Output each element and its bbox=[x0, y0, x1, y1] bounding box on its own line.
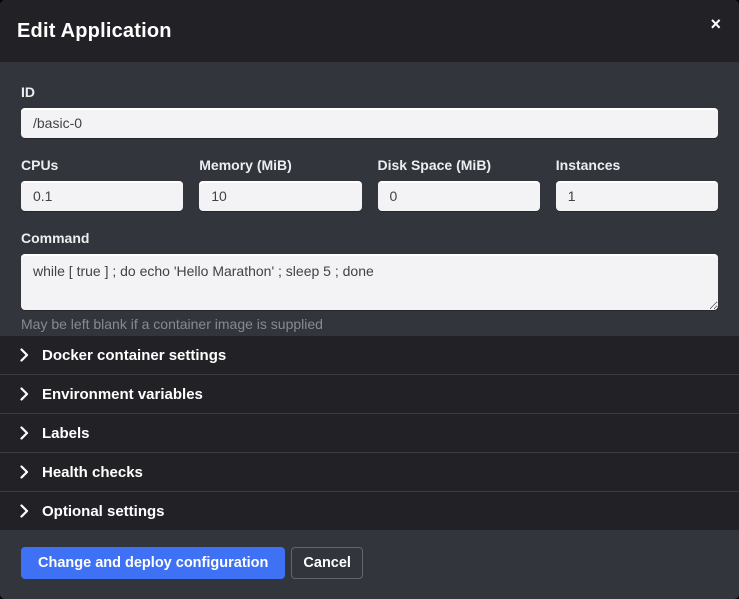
settings-accordion: Docker container settings Environment va… bbox=[0, 336, 739, 530]
change-and-deploy-button[interactable]: Change and deploy configuration bbox=[21, 547, 285, 579]
section-label: Health checks bbox=[42, 464, 143, 481]
chevron-right-icon bbox=[20, 348, 29, 362]
section-label: Labels bbox=[42, 425, 90, 442]
section-optional-settings[interactable]: Optional settings bbox=[0, 492, 739, 530]
section-docker-container-settings[interactable]: Docker container settings bbox=[0, 336, 739, 375]
cancel-button[interactable]: Cancel bbox=[291, 547, 363, 579]
memory-label: Memory (MiB) bbox=[199, 157, 361, 173]
section-label: Optional settings bbox=[42, 503, 165, 520]
application-form: ID CPUs Memory (MiB) Disk Space (MiB) In… bbox=[0, 62, 739, 336]
id-field-group: ID bbox=[21, 84, 718, 138]
section-environment-variables[interactable]: Environment variables bbox=[0, 375, 739, 414]
chevron-right-icon bbox=[20, 465, 29, 479]
chevron-right-icon bbox=[20, 387, 29, 401]
page-title: Edit Application bbox=[17, 20, 172, 43]
modal-footer: Change and deploy configuration Cancel bbox=[0, 530, 739, 599]
cpus-field-group: CPUs bbox=[21, 157, 183, 211]
close-icon[interactable]: × bbox=[706, 13, 725, 35]
modal-header: Edit Application × bbox=[0, 0, 739, 62]
instances-field-group: Instances bbox=[556, 157, 718, 211]
instances-input[interactable] bbox=[556, 181, 718, 211]
instances-label: Instances bbox=[556, 157, 718, 173]
section-labels[interactable]: Labels bbox=[0, 414, 739, 453]
disk-label: Disk Space (MiB) bbox=[378, 157, 540, 173]
command-field-group: Command while [ true ] ; do echo 'Hello … bbox=[21, 230, 718, 332]
section-label: Docker container settings bbox=[42, 347, 226, 364]
command-label: Command bbox=[21, 230, 718, 246]
chevron-right-icon bbox=[20, 426, 29, 440]
section-label: Environment variables bbox=[42, 386, 203, 403]
cpus-input[interactable] bbox=[21, 181, 183, 211]
edit-application-modal: Edit Application × ID CPUs Memory (MiB) … bbox=[0, 0, 739, 599]
memory-field-group: Memory (MiB) bbox=[199, 157, 361, 211]
command-textarea[interactable]: while [ true ] ; do echo 'Hello Marathon… bbox=[21, 254, 718, 310]
disk-field-group: Disk Space (MiB) bbox=[378, 157, 540, 211]
memory-input[interactable] bbox=[199, 181, 361, 211]
resources-row: CPUs Memory (MiB) Disk Space (MiB) Insta… bbox=[21, 157, 718, 211]
id-input[interactable] bbox=[21, 108, 718, 138]
id-label: ID bbox=[21, 84, 718, 100]
section-health-checks[interactable]: Health checks bbox=[0, 453, 739, 492]
disk-input[interactable] bbox=[378, 181, 540, 211]
command-help-text: May be left blank if a container image i… bbox=[21, 316, 718, 332]
cpus-label: CPUs bbox=[21, 157, 183, 173]
chevron-right-icon bbox=[20, 504, 29, 518]
